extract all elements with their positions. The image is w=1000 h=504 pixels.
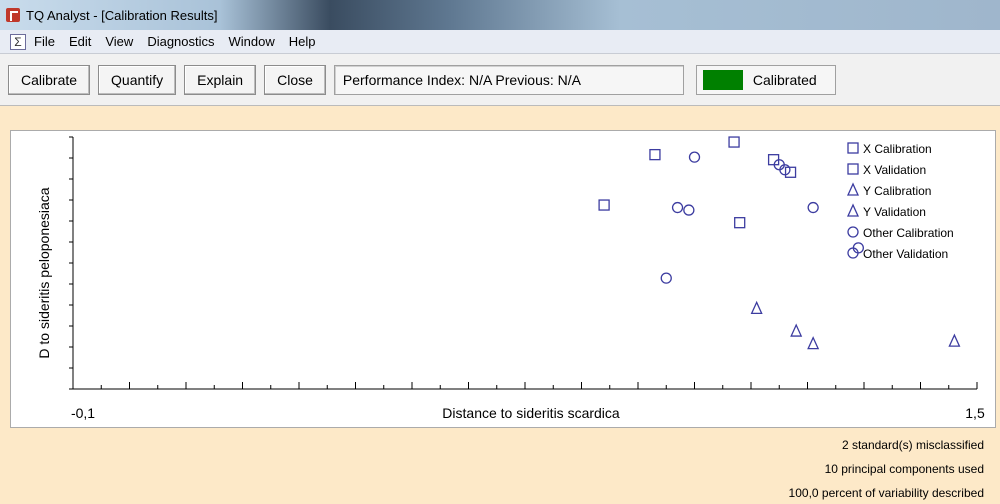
- x-calibration-point: [734, 217, 746, 229]
- legend-x-calibration-label: X Calibration: [863, 142, 932, 156]
- title-bar: TQ Analyst - [Calibration Results]: [0, 0, 1000, 30]
- toolbar: Calibrate Quantify Explain Close Perform…: [0, 54, 1000, 106]
- y-calibration-point: [948, 333, 961, 347]
- other-calibration-point: [807, 201, 819, 214]
- x-axis-label: Distance to sideritis scardica: [442, 405, 620, 421]
- x-calibration-point: [649, 148, 661, 161]
- legend-y-validation-marker: [846, 203, 860, 217]
- calibrate-button[interactable]: Calibrate: [8, 64, 91, 95]
- legend-x-validation-marker: [847, 163, 859, 175]
- scatter-plot: X Calibration X Validation Y Calibration Y …: [36, 136, 985, 421]
- performance-index-field: Performance Index: N/A Previous: N/A: [333, 64, 684, 95]
- discriminant-plot: X Calibration X Validation Y Calibration Y …: [10, 130, 996, 428]
- y-axis-label: D to sideritis peloponesiaca: [36, 187, 52, 358]
- variability-info: 100,0 percent of variability described: [788, 486, 984, 500]
- menu-edit[interactable]: Edit: [69, 34, 91, 49]
- legend-y-calibration-label: Y Calibration: [863, 184, 931, 198]
- y-calibration-point: [790, 323, 803, 337]
- x-tick-label-max: 1,5: [965, 405, 985, 421]
- components-info: 10 principal components used: [824, 462, 984, 476]
- other-calibration-point: [660, 272, 672, 284]
- menu-help[interactable]: Help: [289, 34, 316, 49]
- status-text: Calibrated: [752, 71, 817, 88]
- menu-view[interactable]: View: [105, 34, 133, 49]
- other-calibration-point: [688, 151, 701, 163]
- calibration-status: Calibrated: [695, 64, 836, 95]
- quantify-button[interactable]: Quantify: [98, 64, 177, 95]
- menu-window[interactable]: Window: [229, 34, 275, 49]
- legend-x-validation-label: X Validation: [863, 163, 926, 177]
- other-calibration-point: [671, 201, 684, 214]
- window-title: TQ Analyst - [Calibration Results]: [26, 7, 218, 23]
- legend-x-calibration-marker: [847, 142, 859, 154]
- menu-diagnostics[interactable]: Diagnostics: [147, 34, 214, 49]
- menu-file[interactable]: File: [34, 34, 55, 49]
- legend-other-calibration-marker: [847, 226, 859, 238]
- sigma-icon[interactable]: Σ: [10, 33, 26, 50]
- x-calibration-point: [728, 136, 740, 148]
- legend-y-calibration-marker: [846, 182, 860, 196]
- y-calibration-point: [807, 336, 820, 350]
- legend-y-validation-label: Y Validation: [863, 205, 926, 219]
- performance-index-text: Performance Index: N/A Previous: N/A: [342, 71, 581, 88]
- menu-bar: Σ File Edit View Diagnostics Window Help: [0, 30, 1000, 54]
- misclassified-info: 2 standard(s) misclassified: [841, 438, 984, 452]
- legend-other-validation-label: Other Validation: [863, 247, 948, 261]
- x-calibration-point: [598, 199, 610, 211]
- app-icon: [6, 8, 20, 22]
- other-calibration-point: [683, 204, 695, 216]
- status-color-swatch: [702, 69, 743, 90]
- explain-button[interactable]: Explain: [184, 64, 257, 95]
- x-tick-label-min: -0,1: [71, 405, 95, 421]
- legend-other-calibration-label: Other Calibration: [863, 226, 954, 240]
- y-calibration-point: [750, 300, 763, 315]
- x-calibration-point: [784, 166, 797, 178]
- close-button[interactable]: Close: [264, 64, 326, 95]
